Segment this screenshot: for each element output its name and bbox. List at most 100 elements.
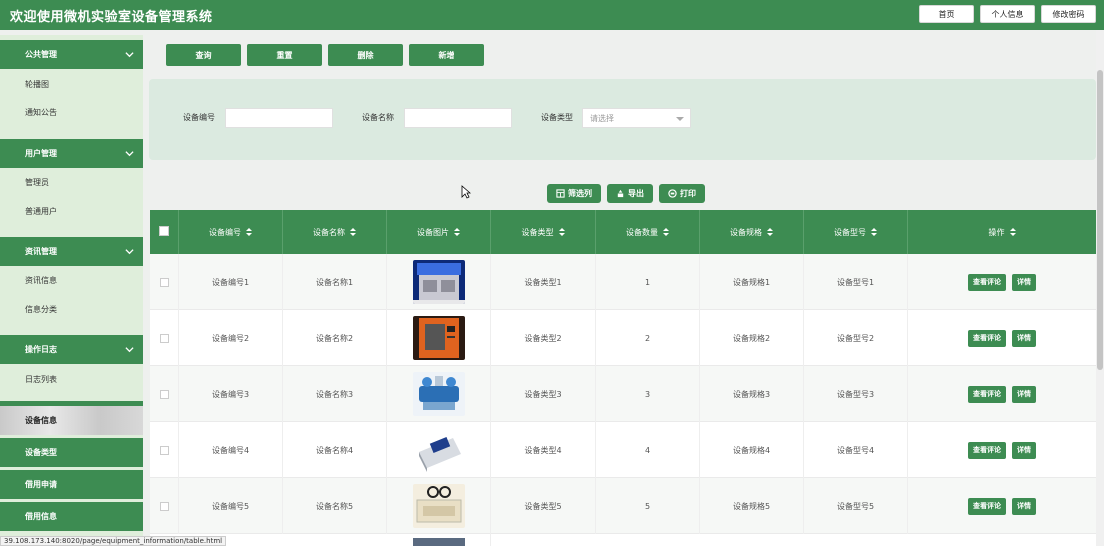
view-comments-button[interactable]: 查看评论 <box>968 329 1006 347</box>
equipment-image[interactable] <box>412 538 465 546</box>
details-button[interactable]: 详情 <box>1012 273 1036 291</box>
select-all-checkbox[interactable] <box>159 226 169 236</box>
details-button[interactable]: 详情 <box>1012 441 1036 459</box>
sort-icon[interactable] <box>454 227 460 237</box>
sort-icon[interactable] <box>558 227 565 237</box>
column-header-name[interactable]: 设备名称 <box>283 210 387 254</box>
equipment-image[interactable] <box>412 484 465 528</box>
cell-code: 设备编号3 <box>179 366 283 422</box>
export-icon <box>617 189 624 198</box>
cell-model: 设备型号1 <box>804 254 908 310</box>
view-comments-button[interactable]: 查看评论 <box>968 385 1006 403</box>
equipment-type-select[interactable]: 请选择 <box>582 108 691 128</box>
sidebar-item-equipment-type[interactable]: 设备类型 <box>0 438 143 467</box>
sort-icon[interactable] <box>1009 227 1016 237</box>
equipment-image[interactable] <box>412 372 465 416</box>
column-header-model[interactable]: 设备型号 <box>804 210 908 254</box>
details-button[interactable]: 详情 <box>1012 385 1036 403</box>
cell-code: 设备编号2 <box>179 310 283 366</box>
column-header-image[interactable]: 设备图片 <box>387 210 491 254</box>
sort-icon[interactable] <box>767 227 773 237</box>
sidebar-item-equipment-info[interactable]: 设备信息 <box>0 406 143 435</box>
sidebar-item-log-list[interactable]: 日志列表 <box>0 365 143 393</box>
reset-button[interactable]: 重置 <box>247 44 322 66</box>
scrollbar-thumb[interactable] <box>1097 70 1103 370</box>
home-button[interactable]: 首页 <box>919 5 974 23</box>
column-header-actions[interactable]: 操作 <box>908 210 1096 254</box>
row-checkbox[interactable] <box>159 445 169 455</box>
sidebar-item-users[interactable]: 普通用户 <box>0 197 143 225</box>
change-password-button[interactable]: 修改密码 <box>1041 5 1096 23</box>
query-button[interactable]: 查询 <box>166 44 241 66</box>
mouse-cursor-icon <box>461 185 471 199</box>
cell-model: 设备型号4 <box>804 422 908 478</box>
sort-icon[interactable] <box>663 227 669 237</box>
table-row[interactable]: 设备编号2 设备名称2 设备类型2 2 设备规格2 设备型号2 查看评论 详情 <box>150 310 1096 366</box>
add-button[interactable]: 新增 <box>409 44 484 66</box>
caret-down-icon <box>676 117 684 121</box>
print-icon <box>668 189 677 198</box>
profile-button[interactable]: 个人信息 <box>980 5 1035 23</box>
select-placeholder: 请选择 <box>590 113 614 123</box>
sidebar-item-news[interactable]: 资讯信息 <box>0 266 143 294</box>
details-button[interactable]: 详情 <box>1012 497 1036 515</box>
row-select-cell <box>150 478 179 534</box>
export-button[interactable]: 导出 <box>607 184 653 203</box>
chevron-down-icon <box>125 347 134 353</box>
view-comments-button[interactable]: 查看评论 <box>968 441 1006 459</box>
sidebar-section-news[interactable]: 资讯管理 <box>0 237 143 266</box>
equipment-name-input[interactable] <box>404 108 512 128</box>
sort-icon[interactable] <box>350 227 356 237</box>
sidebar-section-users[interactable]: 用户管理 <box>0 139 143 168</box>
column-header-code[interactable]: 设备编号 <box>179 210 283 254</box>
table-row[interactable]: 设备编号1 设备名称1 设备类型1 1 设备规格1 设备型号1 查看评论 详情 <box>150 254 1096 310</box>
print-button[interactable]: 打印 <box>659 184 705 203</box>
sort-icon[interactable] <box>246 227 252 237</box>
delete-button[interactable]: 删除 <box>328 44 403 66</box>
view-comments-button[interactable]: 查看评论 <box>968 497 1006 515</box>
cell-image <box>387 310 491 366</box>
sidebar-item-notices[interactable]: 通知公告 <box>0 98 143 126</box>
sidebar-section-logs[interactable]: 操作日志 <box>0 335 143 364</box>
filter-columns-button[interactable]: 筛选列 <box>547 184 601 203</box>
sidebar-item-categories[interactable]: 信息分类 <box>0 295 143 323</box>
sidebar-item-borrow-info[interactable]: 借用信息 <box>0 502 143 531</box>
equipment-image[interactable] <box>412 428 465 472</box>
row-checkbox[interactable] <box>159 501 169 511</box>
cell-quantity: 1 <box>596 254 700 310</box>
column-header-type[interactable]: 设备类型 <box>491 210 596 254</box>
table-row[interactable] <box>150 534 1096 546</box>
table-row[interactable]: 设备编号4 设备名称4 设备类型4 4 设备规格4 设备型号4 查看评论 详情 <box>150 422 1096 478</box>
row-checkbox[interactable] <box>159 277 169 287</box>
column-title: 设备类型 <box>521 227 554 237</box>
table-row[interactable]: 设备编号3 设备名称3 设备类型3 3 设备规格3 设备型号3 查看评论 详情 <box>150 366 1096 422</box>
equipment-image[interactable] <box>412 316 465 360</box>
equipment-code-input[interactable] <box>225 108 333 128</box>
row-checkbox[interactable] <box>159 333 169 343</box>
columns-icon <box>556 189 565 198</box>
cell-name: 设备名称5 <box>283 478 387 534</box>
cell-image <box>387 366 491 422</box>
row-checkbox[interactable] <box>159 389 169 399</box>
cell-quantity: 3 <box>596 366 700 422</box>
chevron-down-icon <box>125 249 134 255</box>
sidebar-item-carousel[interactable]: 轮播图 <box>0 70 143 98</box>
details-button[interactable]: 详情 <box>1012 329 1036 347</box>
sidebar-section-public[interactable]: 公共管理 <box>0 40 143 69</box>
column-title: 操作 <box>988 227 1005 237</box>
sidebar-item-admins[interactable]: 管理员 <box>0 168 143 196</box>
table-row[interactable]: 设备编号5 设备名称5 设备类型5 5 设备规格5 设备型号5 查看评论 详情 <box>150 478 1096 534</box>
equipment-image[interactable] <box>412 260 465 304</box>
page-scrollbar[interactable] <box>1096 30 1104 546</box>
view-comments-button[interactable]: 查看评论 <box>968 273 1006 291</box>
cell-image <box>387 478 491 534</box>
column-header-quantity[interactable]: 设备数量 <box>596 210 700 254</box>
cell-actions: 查看评论 详情 <box>908 478 1096 534</box>
cell-type: 设备类型1 <box>491 254 596 310</box>
equipment-type-label: 设备类型 <box>541 113 573 122</box>
sort-icon[interactable] <box>871 227 877 237</box>
cell-quantity: 2 <box>596 310 700 366</box>
column-header-spec[interactable]: 设备规格 <box>700 210 804 254</box>
row-select-cell <box>150 254 179 310</box>
sidebar-item-borrow-request[interactable]: 借用申请 <box>0 470 143 499</box>
